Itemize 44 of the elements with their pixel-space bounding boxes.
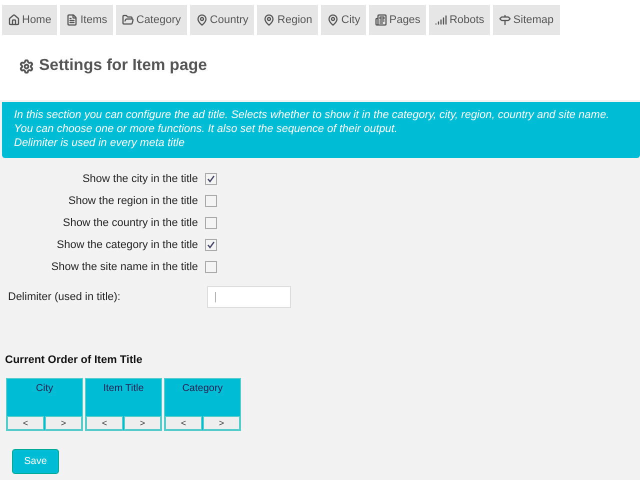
checkbox[interactable] [205,172,217,184]
checkbox[interactable] [205,238,217,250]
page-title: Settings for Item page [39,57,208,75]
nav-tab[interactable]: Home [2,5,58,35]
tile-label: City [34,382,54,396]
map-pin-icon [263,14,276,26]
move-right-button[interactable]: > [45,416,82,430]
delimiter-label: Delimiter (used in title): [8,291,122,303]
nav-tab[interactable]: Robots [429,5,490,35]
newspaper-icon [375,14,388,26]
move-left-button[interactable]: < [7,416,44,430]
tile-label: Item Title [102,382,145,396]
nav-tab[interactable]: Items [60,5,114,35]
checkbox[interactable] [205,260,217,272]
home-icon [8,14,20,26]
option-label: Show the category in the title [56,238,198,250]
option-label: Show the country in the title [62,216,198,228]
move-right-button[interactable]: > [203,416,240,430]
option-label: Show the city in the title [82,172,198,184]
map-pin-icon [327,14,340,26]
nav-tab[interactable]: Category [116,5,187,35]
section-title: Current Order of Item Title [5,354,144,366]
option-label: Show the region in the title [68,194,198,206]
nav-tab[interactable]: Pages [369,5,426,35]
move-right-button[interactable]: > [124,416,161,430]
signpost-icon [499,14,512,26]
info-text: Delimiter is used in every meta title [14,136,186,150]
nav-tab[interactable]: Country [190,5,254,35]
nav-tab[interactable]: City [321,5,366,35]
info-text: In this section you can configure the ad title. Selects whether to show it in the category, city, region, country and site name. [14,108,610,122]
move-left-button[interactable]: < [86,416,123,430]
settings-icon [19,58,34,74]
folder-icon [122,14,134,26]
checkbox[interactable] [205,194,217,206]
signal-bars-icon [435,14,448,26]
move-left-button[interactable]: < [165,416,202,430]
checkbox[interactable] [205,216,217,228]
nav-tab[interactable]: Region [257,5,318,35]
info-text: You can choose one or more functions. It also set the sequence of their output. [14,122,398,136]
tile-label: Category [181,382,224,396]
map-pin-icon [196,14,208,26]
nav-tab[interactable]: Sitemap [493,5,560,35]
option-label: Show the site name in the title [51,260,198,272]
document-icon [66,14,78,26]
